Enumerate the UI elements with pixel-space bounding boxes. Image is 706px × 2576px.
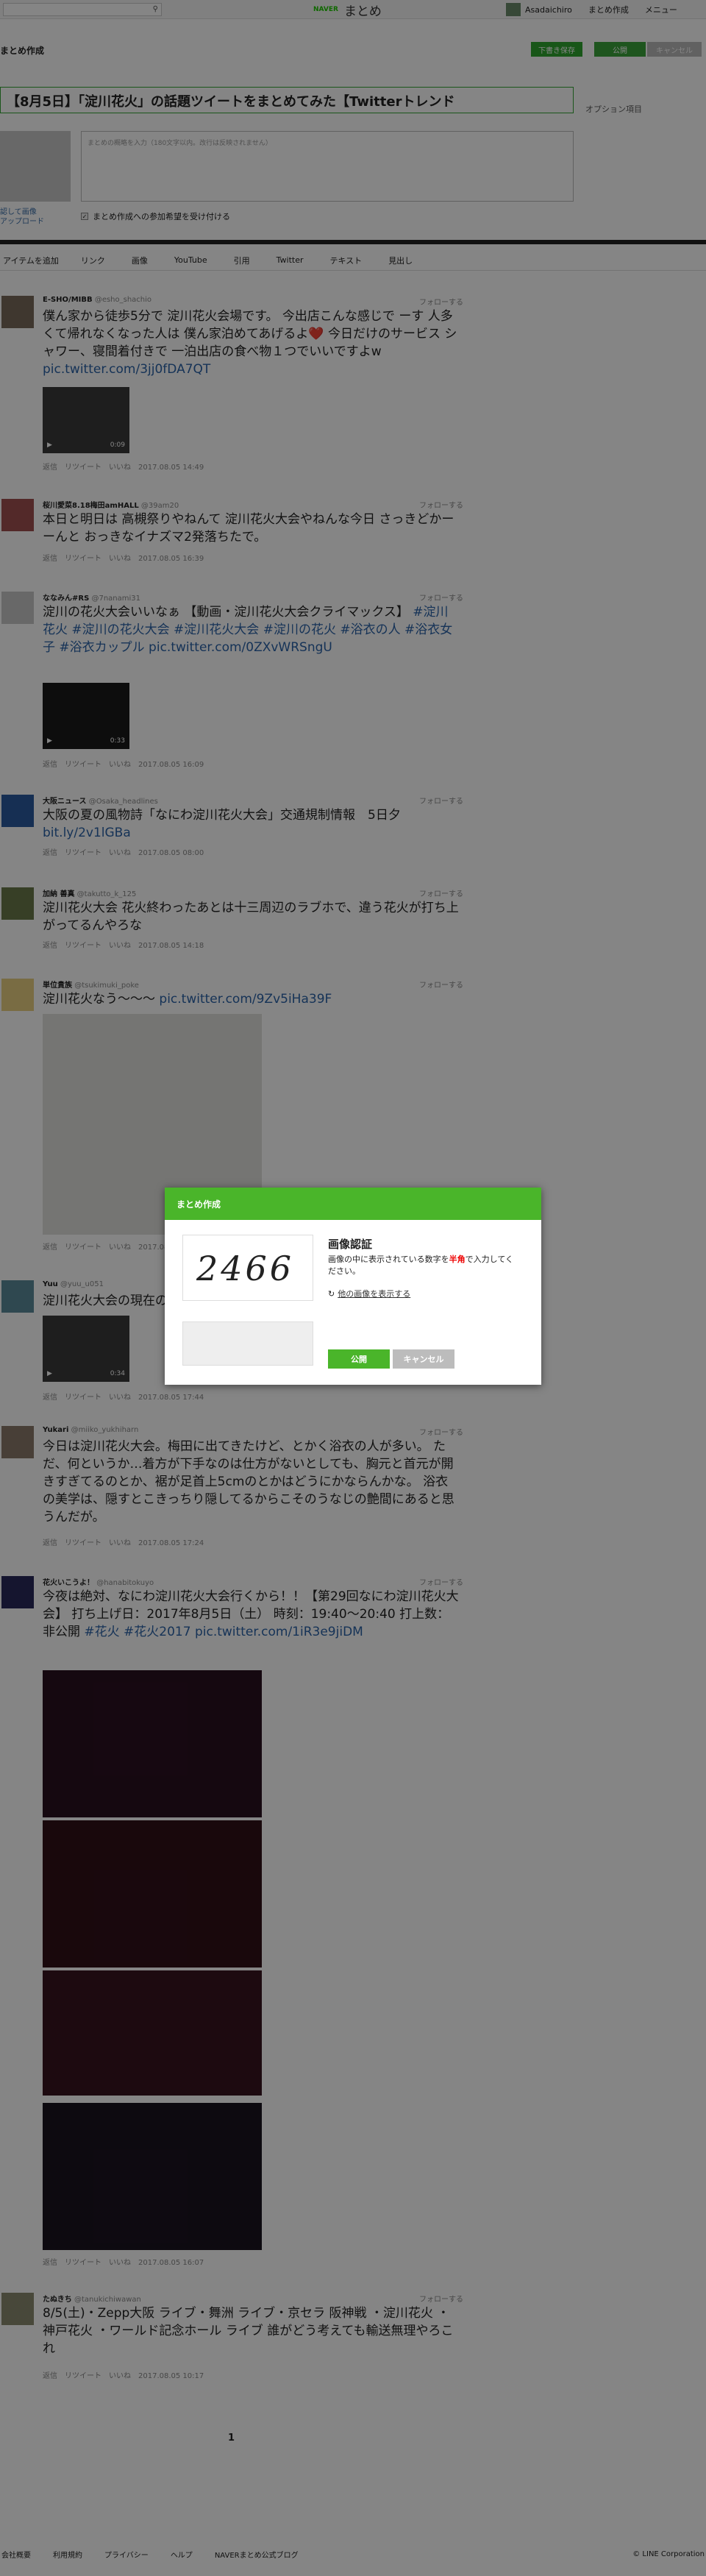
desc-highlight: 半角 bbox=[449, 1255, 466, 1264]
captcha-text: 2466 bbox=[196, 1249, 295, 1288]
captcha-input[interactable] bbox=[182, 1321, 313, 1366]
modal-description: 画像の中に表示されている数字を半角で入力してください。 bbox=[328, 1254, 519, 1277]
captcha-image: 2466 bbox=[182, 1235, 313, 1301]
other-image-link[interactable]: ↻ 他の画像を表示する bbox=[328, 1288, 410, 1299]
refresh-icon[interactable]: ↻ bbox=[328, 1289, 335, 1299]
modal-cancel-button[interactable]: キャンセル bbox=[393, 1349, 454, 1369]
modal-publish-button[interactable]: 公開 bbox=[328, 1349, 390, 1369]
modal-header: まとめ作成 bbox=[165, 1188, 541, 1220]
desc-text: 画像の中に表示されている数字を bbox=[328, 1255, 449, 1264]
other-image-label: 他の画像を表示する bbox=[338, 1289, 411, 1299]
captcha-modal: まとめ作成 2466 画像認証 画像の中に表示されている数字を半角で入力してくだ… bbox=[165, 1188, 541, 1385]
modal-title: 画像認証 bbox=[328, 1238, 373, 1251]
